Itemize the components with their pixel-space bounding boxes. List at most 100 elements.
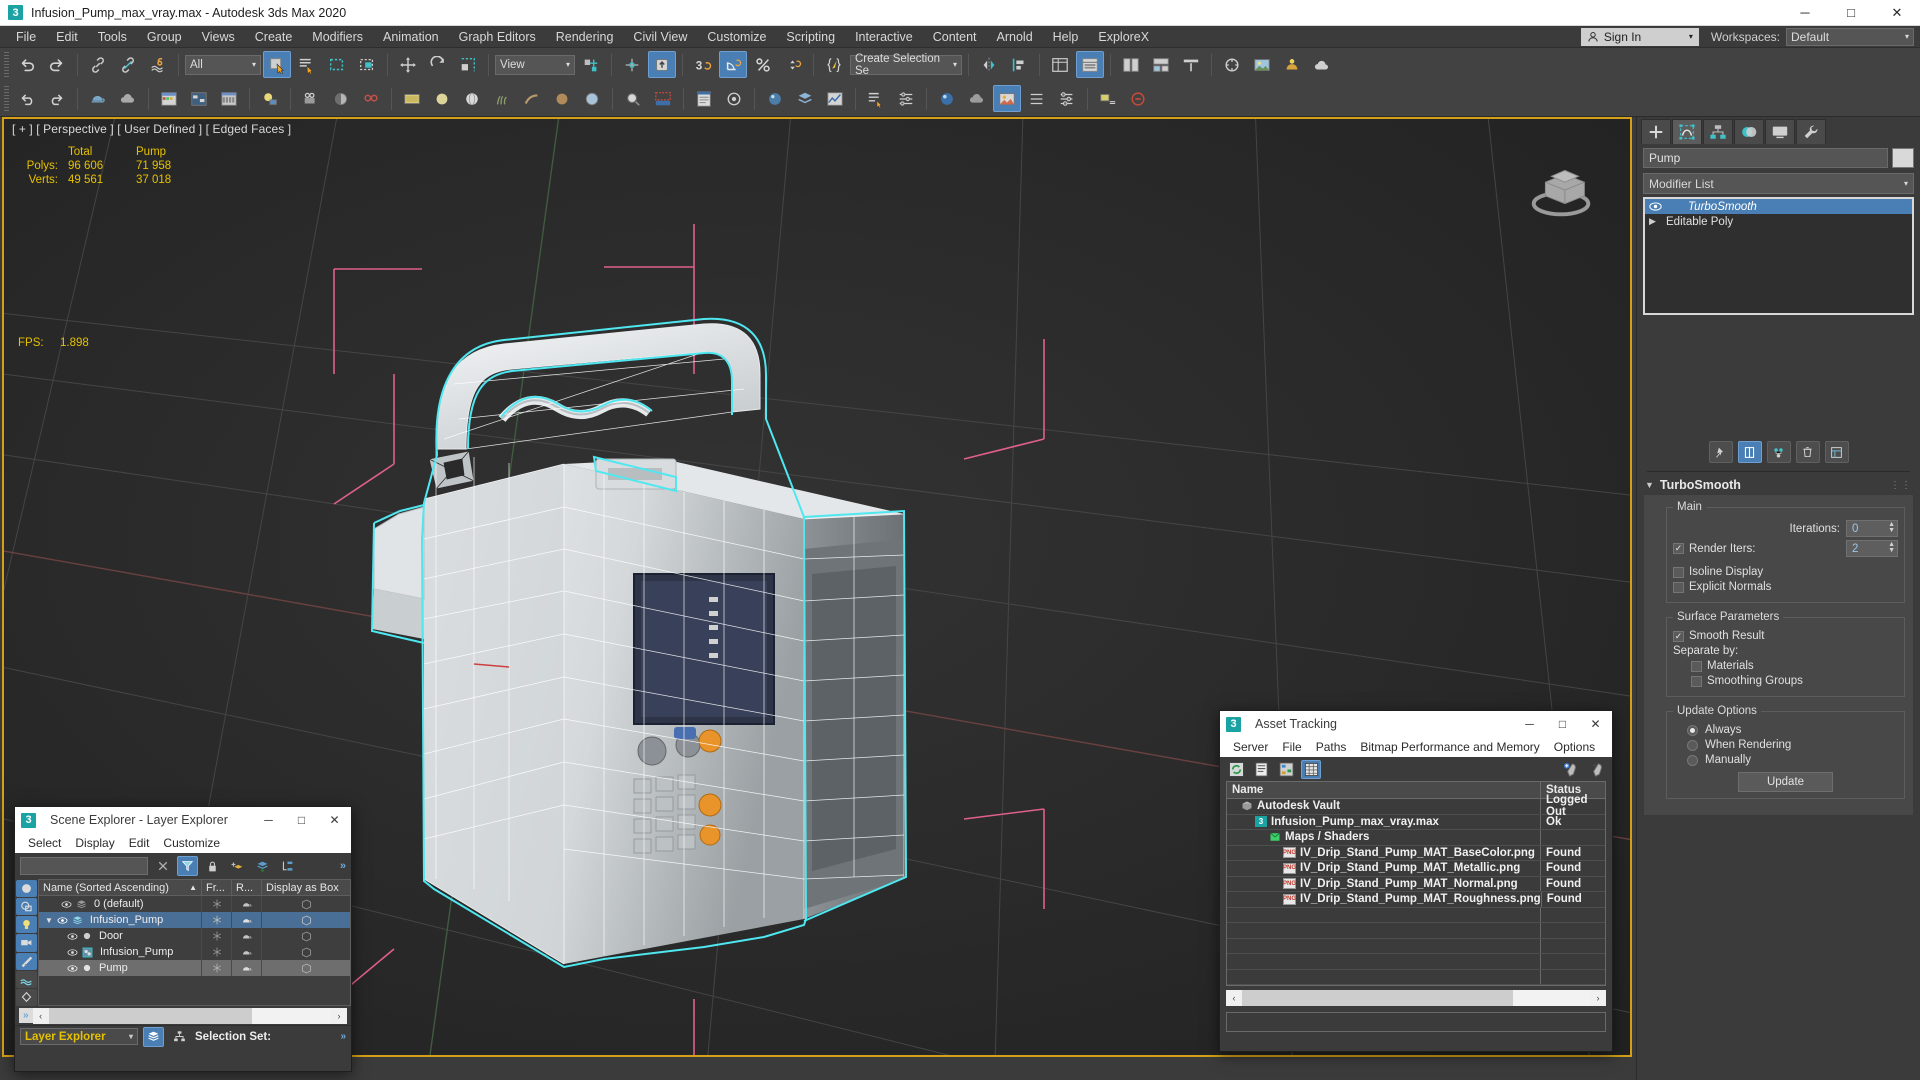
layer-list[interactable]: Name (Sorted Ascending) ▲ Fr... R... Dis… xyxy=(38,879,351,1006)
expand-arrow-icon[interactable]: ▶ xyxy=(1649,216,1660,227)
scene-menu-customize[interactable]: Customize xyxy=(156,835,227,851)
render-cell[interactable] xyxy=(232,896,262,912)
curve-editor-button[interactable] xyxy=(1117,51,1145,78)
column-header-name[interactable]: Name (Sorted Ascending) ▲ xyxy=(39,880,202,895)
select-by-name-button[interactable] xyxy=(293,51,321,78)
se-scroll-right-button[interactable]: › xyxy=(331,1007,347,1024)
rendered-frame-window-button[interactable] xyxy=(1248,51,1276,78)
make-unique-button[interactable] xyxy=(1766,441,1791,463)
filter-bones-button[interactable] xyxy=(16,988,37,1006)
utilities-tab[interactable] xyxy=(1796,119,1826,144)
filter-cameras-button[interactable] xyxy=(16,934,37,952)
frozen-cell[interactable] xyxy=(202,896,232,912)
hierarchy-tab[interactable] xyxy=(1703,119,1733,144)
environment-button[interactable] xyxy=(398,85,426,112)
smoothing-groups-row[interactable]: Smoothing Groups xyxy=(1673,675,1898,687)
select-and-manipulate-button[interactable] xyxy=(648,51,676,78)
toggle-scene-explorer-button[interactable] xyxy=(1046,51,1074,78)
menu-customize[interactable]: Customize xyxy=(697,28,776,46)
iterations-spinner[interactable]: 0 ▲ ▼ xyxy=(1846,520,1898,537)
render-iters-checkbox[interactable]: ✓ xyxy=(1673,543,1684,554)
minimize-button[interactable]: ─ xyxy=(1782,0,1828,26)
use-pivot-point-center-button[interactable] xyxy=(577,51,605,78)
spinner-arrows-icon-2[interactable]: ▲ ▼ xyxy=(1888,541,1895,554)
eye-icon[interactable] xyxy=(67,964,78,973)
se-scroll-track[interactable] xyxy=(48,1007,331,1024)
rectangular-selection-region-button[interactable] xyxy=(323,51,351,78)
toolbar-grip[interactable] xyxy=(4,51,9,78)
snowflake-icon[interactable] xyxy=(212,899,222,909)
proxy-object-button[interactable] xyxy=(578,85,606,112)
workspace-dropdown[interactable]: Default ▾ xyxy=(1786,27,1914,46)
layer-explorer-mode-button[interactable] xyxy=(143,1026,164,1047)
menu-group[interactable]: Group xyxy=(137,28,192,46)
create-tab[interactable] xyxy=(1641,119,1671,144)
teapot-icon[interactable] xyxy=(241,900,253,909)
object-name-input[interactable]: Pump xyxy=(1643,148,1888,168)
filter-helpers-button[interactable] xyxy=(16,952,37,970)
table-view-button[interactable] xyxy=(1301,759,1321,779)
render-cell[interactable] xyxy=(232,960,262,976)
explicit-normals-checkbox[interactable] xyxy=(1673,581,1684,593)
filter-lights-button[interactable] xyxy=(16,916,37,934)
material-editor-button[interactable] xyxy=(1177,51,1205,78)
list-item[interactable]: Pump xyxy=(39,960,350,976)
layer-manager-button[interactable] xyxy=(791,85,819,112)
redo-button[interactable] xyxy=(43,51,71,78)
asset-menu-paths[interactable]: Paths xyxy=(1309,739,1354,755)
toggle-layer-explorer-button[interactable] xyxy=(1076,51,1104,78)
render-cell[interactable] xyxy=(232,944,262,960)
vray-frame-buffer-button[interactable] xyxy=(619,85,647,112)
scroll-thumb[interactable] xyxy=(1242,990,1514,1006)
menu-help[interactable]: Help xyxy=(1043,28,1089,46)
eye-icon[interactable] xyxy=(67,932,78,941)
particle-view-button[interactable] xyxy=(1094,85,1122,112)
scene-explorer-mode-button[interactable] xyxy=(169,1027,190,1047)
configure-modifier-sets-button[interactable] xyxy=(1824,441,1849,463)
table-row[interactable]: Maps / Shaders xyxy=(1227,830,1605,846)
table-row[interactable]: PNG IV_Drip_Stand_Pump_MAT_Roughness.png… xyxy=(1227,892,1605,908)
select-and-link-button[interactable] xyxy=(84,51,112,78)
scene-menu-edit[interactable]: Edit xyxy=(122,835,157,851)
asset-menu-server[interactable]: Server xyxy=(1226,739,1275,755)
scene-explorer-minimize-button[interactable]: ─ xyxy=(252,807,285,833)
light-object-button[interactable] xyxy=(256,85,284,112)
filter-shapes-button[interactable] xyxy=(16,898,37,916)
explorer-mode-dropdown[interactable]: Layer Explorer ▾ xyxy=(20,1028,138,1045)
scene-explorer-window[interactable]: 3 Scene Explorer - Layer Explorer ─ □ ✕ … xyxy=(14,806,352,1072)
smooth-result-checkbox[interactable]: ✓ xyxy=(1673,630,1684,642)
rollout-grip-icon[interactable]: ⋮⋮ xyxy=(1890,480,1912,491)
percent-snap-toggle-button[interactable] xyxy=(749,51,777,78)
sign-in-button[interactable]: Sign In ▾ xyxy=(1580,27,1699,46)
column-header-display-as-box[interactable]: Display as Box xyxy=(262,880,350,895)
explicit-normals-row[interactable]: Explicit Normals xyxy=(1673,581,1898,593)
hdri-dome-button[interactable] xyxy=(458,85,486,112)
schematic-view-button[interactable] xyxy=(1147,51,1175,78)
update-when-rendering-row[interactable]: When Rendering xyxy=(1673,739,1898,751)
update-always-row[interactable]: Always xyxy=(1673,724,1898,736)
scene-menu-select[interactable]: Select xyxy=(21,835,68,851)
select-object-button[interactable] xyxy=(263,51,291,78)
modifier-list-dropdown[interactable]: Modifier List ▾ xyxy=(1643,173,1914,194)
display-as-box-cell[interactable] xyxy=(262,960,350,976)
show-end-result-button[interactable] xyxy=(1737,441,1762,463)
close-button[interactable]: ✕ xyxy=(1874,0,1920,26)
display-as-box-cell[interactable] xyxy=(262,896,350,912)
modifier-stack-item-editable-poly[interactable]: ▶ Editable Poly xyxy=(1645,214,1912,229)
scroll-right-button[interactable]: › xyxy=(1590,990,1606,1006)
asset-tracking-maximize-button[interactable]: □ xyxy=(1546,711,1579,737)
physical-camera-button[interactable] xyxy=(327,85,355,112)
scroll-left-button[interactable]: ‹ xyxy=(1226,990,1242,1006)
eye-icon[interactable] xyxy=(61,900,72,909)
snowflake-icon[interactable] xyxy=(212,947,222,957)
scene-explorer-horizontal-scrollbar[interactable]: » ‹ › xyxy=(19,1007,347,1024)
add-asset-button[interactable] xyxy=(1560,760,1580,779)
help-asset-button[interactable]: ? xyxy=(1586,760,1606,779)
box-icon[interactable] xyxy=(301,963,312,974)
select-display-mode-button[interactable] xyxy=(862,85,890,112)
toolbar-grip-2[interactable] xyxy=(4,85,9,112)
list-item[interactable]: ▼ Infusion_Pump xyxy=(39,912,350,928)
clear-search-button[interactable] xyxy=(152,856,173,876)
display-as-box-cell[interactable] xyxy=(262,928,350,944)
scene-explorer-maximize-button[interactable]: □ xyxy=(285,807,318,833)
